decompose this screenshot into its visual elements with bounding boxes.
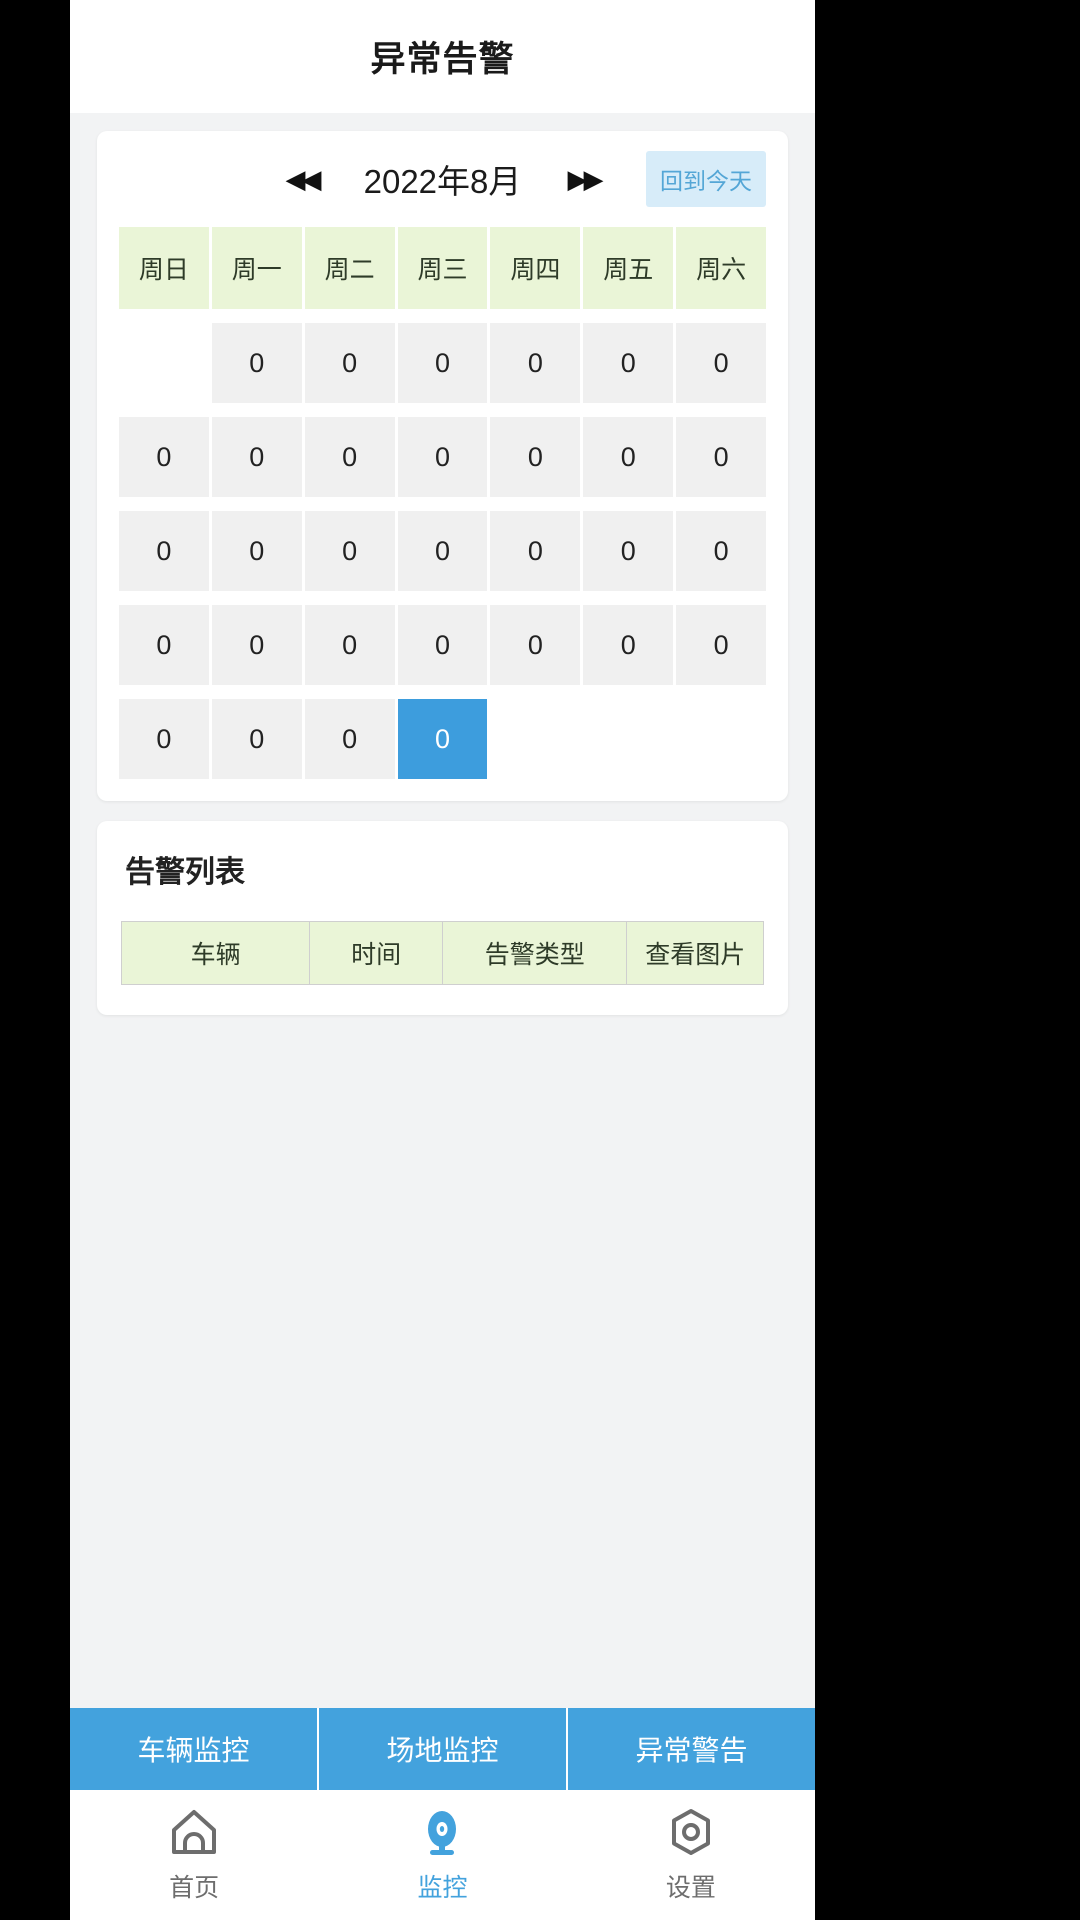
calendar-nav: ◀◀ 2022年8月 ▶▶ 回到今天 <box>97 131 788 227</box>
calendar-day-cell[interactable]: 0 <box>397 605 488 685</box>
calendar-day-cell[interactable]: 0 <box>676 323 767 403</box>
bottom-navigation: 首页 监控 设置 <box>70 1790 815 1920</box>
calendar-day-cell[interactable]: 0 <box>490 417 581 497</box>
calendar-day-cell[interactable]: 0 <box>583 511 674 591</box>
nav-item-label: 首页 <box>169 1874 220 1902</box>
calendar-day-cell[interactable]: 0 <box>397 417 488 497</box>
calendar-day-cell[interactable]: 0 <box>490 323 581 403</box>
gear-icon <box>665 1806 717 1858</box>
calendar-day-cell-selected[interactable]: 0 <box>397 699 488 779</box>
alert-list-column-header: 车辆 <box>122 922 311 984</box>
calendar-day-cell[interactable]: 0 <box>119 699 209 779</box>
calendar-day-cell[interactable]: 0 <box>304 417 395 497</box>
calendar-day-cell[interactable]: 0 <box>583 605 674 685</box>
calendar-week-row: 0000000 <box>119 511 767 591</box>
next-month-icon[interactable]: ▶▶ <box>568 166 604 192</box>
calendar-day-cell[interactable]: 0 <box>211 417 302 497</box>
calendar-day-cell[interactable]: 0 <box>583 323 674 403</box>
calendar-day-cell[interactable]: 0 <box>119 511 209 591</box>
calendar-day-cell[interactable]: 0 <box>676 605 767 685</box>
calendar-weekday-cell: 周三 <box>397 227 488 309</box>
alert-list-column-header: 查看图片 <box>627 922 763 984</box>
calendar-day-cell[interactable]: 0 <box>397 511 488 591</box>
calendar-day-cell[interactable]: 0 <box>304 605 395 685</box>
calendar-day-cell[interactable]: 0 <box>304 511 395 591</box>
calendar-empty-cell <box>490 699 580 779</box>
prev-month-icon[interactable]: ◀◀ <box>286 166 322 192</box>
calendar-card: ◀◀ 2022年8月 ▶▶ 回到今天 周日 周一 周二 周三 周四 周五 周六 000000… <box>97 131 788 801</box>
segment-tab-1[interactable]: 车辆监控 <box>70 1708 319 1790</box>
calendar-empty-cell <box>583 699 673 779</box>
calendar-day-cell[interactable]: 0 <box>490 511 581 591</box>
calendar-month-label: 2022年8月 <box>363 163 522 200</box>
calendar-empty-cell <box>676 699 766 779</box>
page-content: ◀◀ 2022年8月 ▶▶ 回到今天 周日 周一 周二 周三 周四 周五 周六 000000… <box>70 113 815 1708</box>
calendar-weekday-cell: 周五 <box>583 227 674 309</box>
calendar-week-row: 0000000 <box>119 417 767 497</box>
page-title: 异常告警 <box>370 40 515 79</box>
camera-icon <box>416 1806 468 1858</box>
alert-list-card: 告警列表 车辆 时间 告警类型 查看图片 <box>97 821 788 1015</box>
calendar-week-row: 0000000 <box>119 605 767 685</box>
alert-list-column-header: 时间 <box>310 922 443 984</box>
calendar-weekday-row: 周日 周一 周二 周三 周四 周五 周六 <box>119 227 767 309</box>
calendar-day-cell[interactable]: 0 <box>211 699 302 779</box>
calendar-body: 0000000000000000000000000000000 <box>119 323 767 779</box>
segment-tab-3[interactable]: 异常警告 <box>568 1708 815 1790</box>
calendar-day-cell[interactable]: 0 <box>397 323 488 403</box>
nav-item-设置[interactable]: 设置 <box>567 1806 815 1904</box>
nav-item-label: 设置 <box>665 1874 716 1902</box>
nav-item-监控[interactable]: 监控 <box>318 1806 566 1904</box>
calendar-day-cell[interactable]: 0 <box>676 511 767 591</box>
calendar-weekday-cell: 周日 <box>119 227 209 309</box>
calendar-empty-cell <box>119 323 209 403</box>
calendar-day-cell[interactable]: 0 <box>583 417 674 497</box>
segment-tab-bar: 车辆监控 场地监控 异常警告 <box>70 1708 815 1790</box>
calendar-day-cell[interactable]: 0 <box>211 323 302 403</box>
back-to-today-button[interactable]: 回到今天 <box>646 151 766 207</box>
calendar-day-cell[interactable]: 0 <box>211 605 302 685</box>
page-header: 异常告警 <box>70 0 815 113</box>
calendar-week-row: 000000 <box>119 323 767 403</box>
calendar-weekday-cell: 周二 <box>304 227 395 309</box>
calendar-day-cell[interactable]: 0 <box>119 417 209 497</box>
home-icon <box>168 1806 220 1858</box>
segment-tab-2[interactable]: 场地监控 <box>319 1708 568 1790</box>
calendar-day-cell[interactable]: 0 <box>119 605 209 685</box>
calendar-day-cell[interactable]: 0 <box>490 605 581 685</box>
nav-item-label: 监控 <box>417 1874 468 1902</box>
app-frame: 异常告警 ◀◀ 2022年8月 ▶▶ 回到今天 周日 周一 周二 周三 周四 周五 周六 0… <box>70 0 815 1920</box>
calendar-day-cell[interactable]: 0 <box>304 323 395 403</box>
calendar-weekday-cell: 周六 <box>676 227 767 309</box>
calendar-weekday-cell: 周一 <box>211 227 302 309</box>
alert-list-table-header: 车辆 时间 告警类型 查看图片 <box>121 921 764 985</box>
calendar-week-row: 0000 <box>119 699 766 779</box>
alert-list-column-header: 告警类型 <box>443 922 628 984</box>
nav-item-首页[interactable]: 首页 <box>70 1806 318 1904</box>
calendar-day-cell[interactable]: 0 <box>676 417 767 497</box>
calendar-day-cell[interactable]: 0 <box>304 699 395 779</box>
calendar-grid: 周日 周一 周二 周三 周四 周五 周六 0000000000000000000000000… <box>97 227 788 779</box>
calendar-day-cell[interactable]: 0 <box>211 511 302 591</box>
alert-list-title: 告警列表 <box>125 856 245 889</box>
calendar-weekday-cell: 周四 <box>490 227 581 309</box>
